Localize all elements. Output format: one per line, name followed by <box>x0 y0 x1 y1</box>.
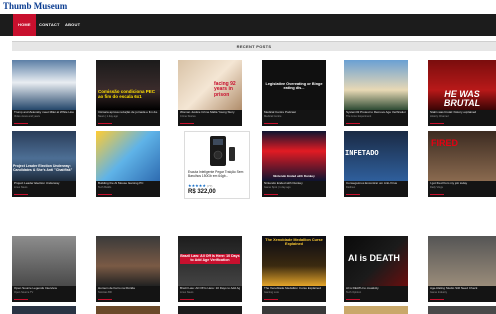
post-accent-bar <box>14 194 28 195</box>
post-thumbnail: FIRED <box>428 131 496 181</box>
post-meta: Tech Builds <box>98 185 112 189</box>
post-thumbnail: INFETADO <box>344 131 408 181</box>
post-thumbnail: Legislative Overeating or Binge eating d… <box>262 60 326 110</box>
post-accent-bar <box>264 299 278 300</box>
post-meta: Crime Stories <box>180 114 196 118</box>
post-thumbnail: HE WAS BRUTAL <box>428 60 496 110</box>
post-thumbnail: Brazil Law: All Off Is Here: 10 Days to … <box>178 236 242 286</box>
post-accent-bar <box>180 123 194 124</box>
nav-item-home[interactable]: HOME <box>13 14 36 36</box>
post-meta: News | 1 day ago <box>98 114 118 118</box>
post-accent-bar <box>430 123 444 124</box>
post-card[interactable]: Brazil Law: All Off Is Here: 10 Days to … <box>178 236 242 302</box>
post-card[interactable]: Legislative Overeating or Binge eating d… <box>262 60 326 126</box>
post-card[interactable]: Project Leader Election Underway: Candid… <box>12 131 76 197</box>
thumbnail-text: Comissão condiciona PEC ao fim do escala… <box>98 89 156 99</box>
post-meta: Tech Opinion <box>346 290 362 294</box>
thumbnail-text: facing 92 years in prison <box>214 81 236 98</box>
post-meta: Gaming Lore <box>264 290 279 294</box>
post-meta: Linux News <box>180 290 194 294</box>
post-card-partial[interactable] <box>12 306 76 314</box>
post-accent-bar <box>430 299 444 300</box>
post-thumbnail: Nintendo Ended with Dunkey <box>262 131 326 181</box>
thumbnail-text: Nintendo Ended with Dunkey <box>273 174 315 178</box>
post-card[interactable]: Age-Rating Studio Still Need Check Game … <box>428 236 496 302</box>
post-card[interactable]: FIRED I got fired from my job today Dail… <box>428 131 496 197</box>
post-meta: Open Source TV <box>14 290 34 294</box>
post-accent-bar <box>346 194 360 195</box>
thumbnail-text: FIRED <box>431 138 458 148</box>
ad-price: R$ 322,00 <box>188 189 216 195</box>
post-accent-bar <box>346 299 360 300</box>
thumbnail-text: AI is DEATH <box>348 253 400 263</box>
post-thumbnail <box>96 236 160 286</box>
post-thumbnail <box>12 236 76 286</box>
thumbnail-text: Brazil Law: All Off Is Here: 10 Days to … <box>180 254 240 264</box>
post-accent-bar <box>98 194 112 195</box>
post-thumbnail: Comissão condiciona PEC ao fim do escala… <box>96 60 160 110</box>
post-card[interactable]: Open Source Legends Interview Open Sourc… <box>12 236 76 302</box>
post-card-partial[interactable] <box>262 306 326 314</box>
post-meta: Medical Centre <box>264 114 282 118</box>
post-thumbnail: Project Leader Election Underway: Candid… <box>12 131 76 181</box>
post-accent-bar <box>14 123 28 124</box>
section-title: RECENT POSTS <box>236 44 272 49</box>
post-card-partial[interactable] <box>96 306 160 314</box>
post-thumbnail <box>344 60 408 110</box>
product-ad-card[interactable]: Escuta Inteligente Pegar Traição Sem Bar… <box>184 131 250 199</box>
post-meta: Video views and years <box>14 114 40 118</box>
post-card-partial[interactable] <box>178 306 242 314</box>
post-thumbnail: AI is DEATH <box>344 236 408 286</box>
post-thumbnail <box>96 131 160 181</box>
post-accent-bar <box>98 299 112 300</box>
recent-posts-header: RECENT POSTS <box>12 41 496 51</box>
post-card[interactable]: Homem de Ferro na Flórida Notícias BR <box>96 236 160 302</box>
review-count: (77) <box>207 184 213 188</box>
post-accent-bar <box>264 123 278 124</box>
nav-item-contact[interactable]: CONTACT <box>39 14 60 36</box>
post-card[interactable]: facing 92 years in prison Woman Justice … <box>178 60 242 126</box>
post-card[interactable]: Comissão condiciona PEC ao fim do escala… <box>96 60 160 126</box>
post-card[interactable]: INFETADO Conseguimos Encontrar um Anti-V… <box>344 131 408 197</box>
thumbnail-text: Project Leader Election Underway: Candid… <box>13 164 73 172</box>
post-thumbnail: facing 92 years in prison <box>178 60 242 110</box>
post-card[interactable]: Trump and Zelensky meet Milei at White H… <box>12 60 76 126</box>
post-accent-bar <box>14 299 28 300</box>
post-thumbnail <box>428 236 496 286</box>
thumbnail-text: HE WAS BRUTAL <box>443 89 481 109</box>
post-accent-bar <box>98 123 112 124</box>
post-meta: The Linux Experiment <box>346 114 372 118</box>
post-card[interactable]: HE WAS BRUTAL Stalin was brutal: history… <box>428 60 496 126</box>
post-meta: Game Industry <box>430 290 448 294</box>
post-card[interactable]: Nintendo Ended with Dunkey Nintendo Ende… <box>262 131 326 197</box>
post-thumbnail <box>12 60 76 110</box>
post-meta: History Channel <box>430 114 449 118</box>
thumbnail-text: The Xenoblade Medallion Curse Explained <box>265 238 323 246</box>
post-meta: Linux News <box>14 185 28 189</box>
post-accent-bar <box>346 123 360 124</box>
site-title[interactable]: Thumb Museum <box>3 1 67 11</box>
post-card[interactable]: System32 Protest to Remove Age Verificat… <box>344 60 408 126</box>
post-meta: Daily Vlogs <box>430 185 443 189</box>
post-meta: Diolinux <box>346 185 356 189</box>
ad-product-title: Escuta Inteligente Pegar Traição Sem Bar… <box>188 170 244 178</box>
post-accent-bar <box>264 194 278 195</box>
voice-recorder-image <box>210 136 235 166</box>
main-nav: HOME CONTACT ABOUT <box>0 14 496 36</box>
post-meta: Game Spot | 1 day ago <box>264 185 291 189</box>
post-thumbnail: The Xenoblade Medallion Curse Explained <box>262 236 326 286</box>
post-card[interactable]: The Xenoblade Medallion Curse Explained … <box>262 236 326 302</box>
post-card[interactable]: Building the AI Mouse Gaming PC Tech Bui… <box>96 131 160 197</box>
post-accent-bar <box>180 299 194 300</box>
post-card[interactable]: AI is DEATH AI is DEATH to creativity Te… <box>344 236 408 302</box>
nav-item-about[interactable]: ABOUT <box>65 14 80 36</box>
rating-stars: ★★★★★ <box>188 183 206 188</box>
post-card-partial[interactable] <box>344 306 408 314</box>
post-accent-bar <box>430 194 444 195</box>
post-card-partial[interactable] <box>428 306 496 314</box>
post-meta: Notícias BR <box>98 290 112 294</box>
thumbnail-text: INFETADO <box>345 150 379 158</box>
thumbnail-text: Legislative Overeating or Binge eating d… <box>265 82 323 90</box>
